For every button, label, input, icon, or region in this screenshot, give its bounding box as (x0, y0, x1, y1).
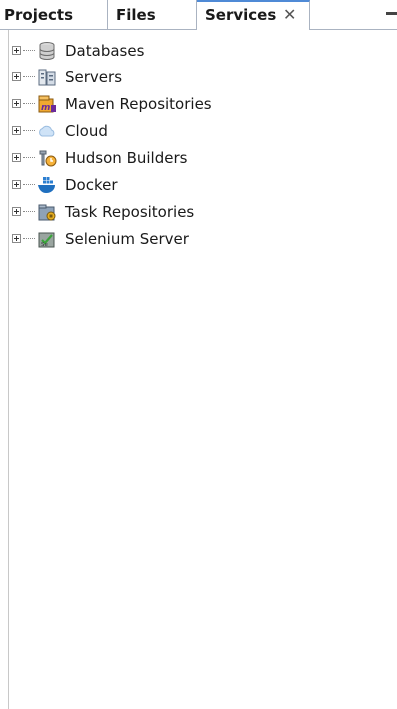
tab-services-label: Services (205, 6, 277, 24)
tree-item-hudson-builders[interactable]: Hudson Builders (12, 147, 392, 171)
tree-item-cloud[interactable]: Cloud (12, 120, 392, 144)
tree-item-label: Docker (65, 176, 118, 194)
expand-icon[interactable] (12, 180, 21, 189)
tab-services[interactable]: Services ✕ (197, 0, 310, 30)
expand-icon[interactable] (12, 207, 21, 216)
panel-left-border (8, 30, 9, 709)
expand-icon[interactable] (12, 72, 21, 81)
tree-item-label: Selenium Server (65, 230, 189, 248)
close-icon[interactable]: ✕ (283, 2, 296, 28)
tree-item-label: Databases (65, 42, 145, 60)
tab-bar: Projects Files Services ✕ (0, 0, 397, 30)
tree-item-label: Hudson Builders (65, 149, 188, 167)
maven-repositories-icon: m (38, 95, 56, 113)
tree-item-docker[interactable]: Docker (12, 174, 392, 198)
tab-projects-label: Projects (4, 6, 74, 24)
tab-files[interactable]: Files (108, 0, 197, 30)
expand-icon[interactable] (12, 126, 21, 135)
tree-item-maven-repositories[interactable]: m Maven Repositories (12, 93, 392, 117)
tree-item-servers[interactable]: Servers (12, 66, 392, 90)
tab-projects[interactable]: Projects (0, 0, 108, 30)
expand-icon[interactable] (12, 46, 21, 55)
tree-connector (23, 211, 35, 213)
servers-icon (38, 69, 56, 86)
tree-connector (23, 130, 35, 132)
tree-item-label: Servers (65, 68, 123, 86)
docker-icon (38, 177, 55, 193)
expand-icon[interactable] (12, 234, 21, 243)
cloud-icon (39, 125, 55, 137)
minimize-icon[interactable] (386, 12, 397, 15)
tree-item-label: Maven Repositories (65, 95, 212, 113)
tree-item-databases[interactable]: Databases (12, 40, 392, 64)
expand-icon[interactable] (12, 99, 21, 108)
tree-connector (23, 157, 35, 159)
database-icon (39, 42, 55, 60)
tree-connector (23, 50, 35, 52)
svg-text:m: m (41, 103, 50, 113)
tree-connector (23, 238, 35, 240)
services-panel: Projects Files Services ✕ Databases Serv… (0, 0, 397, 709)
tab-bar-filler (310, 0, 397, 30)
tree-item-label: Cloud (65, 122, 108, 140)
tree-item-task-repositories[interactable]: Task Repositories (12, 201, 392, 225)
tree-item-label: Task Repositories (65, 203, 195, 221)
tree-connector (23, 76, 35, 78)
expand-icon[interactable] (12, 153, 21, 162)
tree-item-selenium-server[interactable]: Se Selenium Server (12, 228, 392, 252)
task-repositories-icon (38, 204, 56, 221)
selenium-server-icon: Se (38, 232, 55, 248)
tree-connector (23, 184, 35, 186)
tree-connector (23, 103, 35, 105)
hudson-builders-icon (39, 150, 57, 167)
svg-text:Se: Se (41, 242, 48, 248)
tab-files-label: Files (116, 6, 156, 24)
